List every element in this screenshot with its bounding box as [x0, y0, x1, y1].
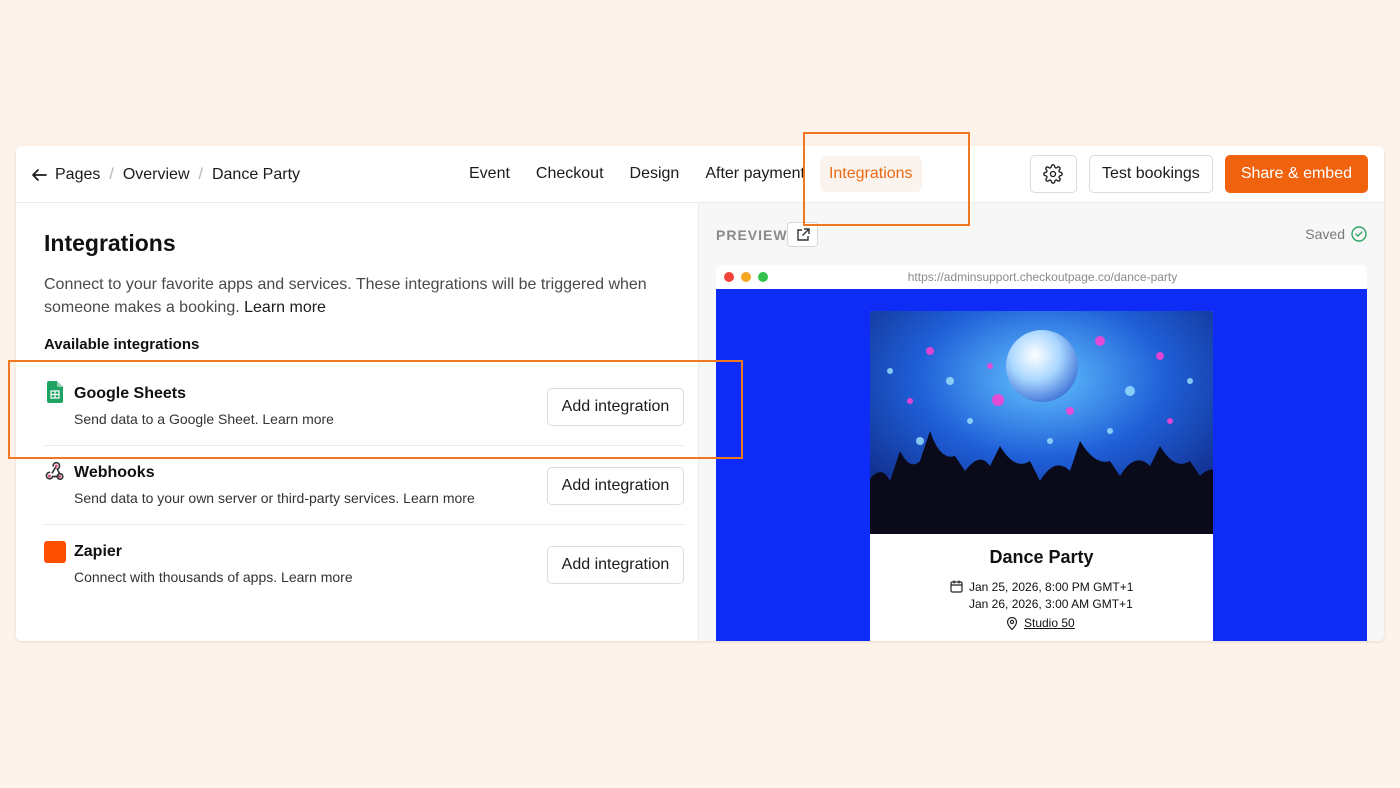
share-embed-button[interactable]: Share & embed	[1224, 155, 1368, 193]
main-tabs: Event Checkout Design After payment Inte…	[458, 154, 926, 194]
learn-more-link[interactable]: Learn more	[262, 411, 334, 427]
preview-canvas: Dance Party Jan 25, 2026, 8:00 PM GMT+1 …	[716, 289, 1367, 641]
tab-checkout[interactable]: Checkout	[525, 156, 615, 192]
map-pin-icon	[1006, 616, 1018, 630]
preview-panel: PREVIEW Saved https://adminsupport.check…	[699, 203, 1384, 641]
back-arrow-icon[interactable]	[29, 165, 49, 185]
add-integration-button[interactable]: Add integration	[547, 388, 684, 426]
preview-label: PREVIEW	[716, 227, 788, 243]
tab-event[interactable]: Event	[458, 156, 521, 192]
event-date: Jan 25, 2026, 8:00 PM GMT+1 Jan 26, 2026…	[950, 579, 1133, 613]
integration-description: Send data to a Google Sheet. Learn more	[74, 411, 334, 427]
integration-name: Webhooks	[74, 464, 155, 481]
integration-name: Zapier	[74, 543, 123, 560]
breadcrumb-dance-party[interactable]: Dance Party	[212, 166, 300, 184]
integration-description-text: Send data to a Google Sheet.	[74, 411, 259, 427]
preview-url: https://adminsupport.checkoutpage.co/dan…	[907, 270, 1178, 284]
breadcrumb-separator: /	[109, 165, 114, 183]
integrations-panel: Integrations Connect to your favorite ap…	[16, 203, 699, 641]
preview-browser: https://adminsupport.checkoutpage.co/dan…	[716, 265, 1367, 641]
event-start: Jan 25, 2026, 8:00 PM GMT+1	[969, 580, 1134, 594]
google-sheets-icon	[44, 381, 66, 403]
available-integrations-heading: Available integrations	[44, 336, 200, 353]
integration-description-text: Send data to your own server or third-pa…	[74, 490, 400, 506]
gear-icon	[1043, 164, 1064, 184]
integration-description: Connect with thousands of apps. Learn mo…	[74, 569, 353, 585]
event-end: Jan 26, 2026, 3:00 AM GMT+1	[969, 597, 1133, 611]
breadcrumb-overview[interactable]: Overview	[123, 166, 190, 184]
zapier-icon	[44, 541, 66, 563]
description-text: Connect to your favorite apps and servic…	[44, 276, 647, 316]
integration-webhooks: Webhooks Send data to your own server or…	[44, 445, 684, 523]
app-window: Pages / Overview / Dance Party Event Che…	[16, 146, 1384, 641]
tab-design[interactable]: Design	[619, 156, 691, 192]
page-title: Integrations	[44, 230, 176, 256]
add-integration-button[interactable]: Add integration	[547, 546, 684, 584]
browser-bar: https://adminsupport.checkoutpage.co/dan…	[716, 265, 1367, 289]
event-title: Dance Party	[989, 547, 1094, 567]
integration-google-sheets: Google Sheets Send data to a Google Shee…	[44, 367, 684, 445]
add-integration-button[interactable]: Add integration	[547, 467, 684, 505]
event-card: Dance Party Jan 25, 2026, 8:00 PM GMT+1 …	[870, 311, 1213, 641]
open-preview-button[interactable]	[787, 222, 818, 247]
top-bar: Pages / Overview / Dance Party Event Che…	[16, 146, 1384, 203]
event-hero-image	[870, 311, 1213, 534]
external-link-icon	[796, 227, 810, 241]
tab-integrations[interactable]: Integrations	[819, 156, 922, 192]
tab-after-payment[interactable]: After payment	[694, 156, 816, 192]
learn-more-link[interactable]: Learn more	[244, 299, 326, 316]
integration-name: Google Sheets	[74, 385, 187, 402]
integration-zapier: Zapier Connect with thousands of apps. L…	[44, 524, 684, 602]
check-circle-icon	[1351, 226, 1367, 242]
integration-description-text: Connect with thousands of apps.	[74, 569, 278, 585]
saved-status: Saved	[1305, 226, 1367, 242]
saved-status-text: Saved	[1305, 226, 1345, 242]
webhooks-icon	[44, 460, 66, 482]
settings-button[interactable]	[1029, 155, 1077, 193]
integration-description: Send data to your own server or third-pa…	[74, 490, 475, 506]
test-bookings-button[interactable]: Test bookings	[1088, 155, 1213, 193]
breadcrumb: Pages / Overview / Dance Party	[29, 146, 300, 203]
breadcrumb-separator: /	[198, 165, 203, 183]
page-description: Connect to your favorite apps and servic…	[44, 273, 684, 319]
calendar-icon	[950, 580, 963, 593]
learn-more-link[interactable]: Learn more	[403, 490, 475, 506]
learn-more-link[interactable]: Learn more	[281, 569, 353, 585]
header-actions: Test bookings Share & embed	[1029, 154, 1368, 194]
event-location: Studio 50	[1006, 616, 1075, 630]
event-location-link[interactable]: Studio 50	[1024, 616, 1075, 630]
breadcrumb-pages[interactable]: Pages	[55, 166, 100, 184]
